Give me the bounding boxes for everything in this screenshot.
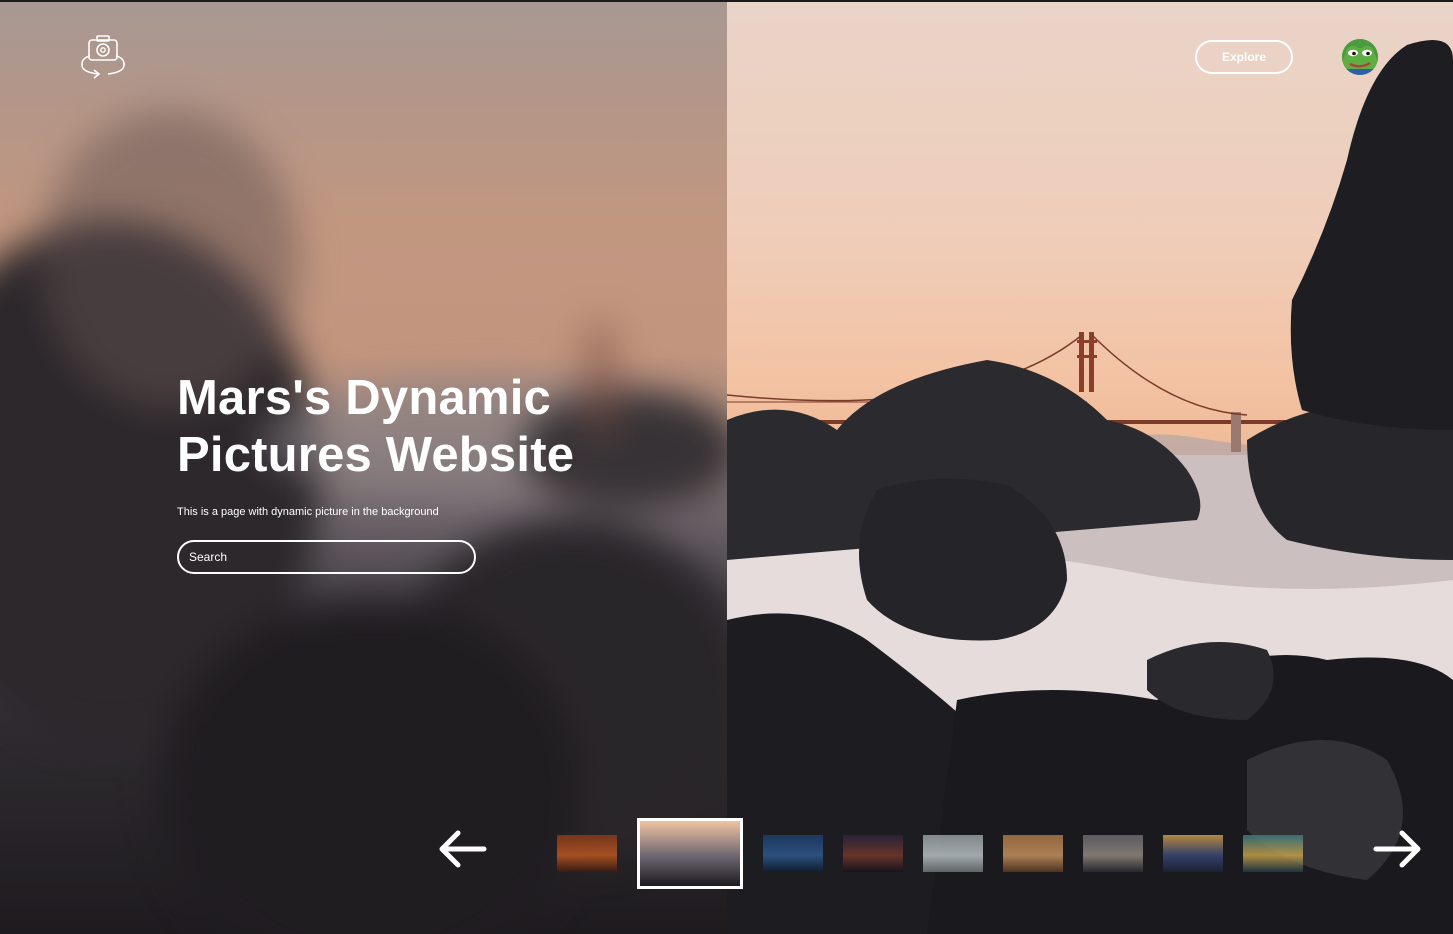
background-stage: Explore Mars's Dynamic Pictures Website … (0, 0, 1453, 934)
thumbnail[interactable] (1243, 835, 1303, 872)
explore-button[interactable]: Explore (1195, 40, 1293, 74)
camera-rotate-icon[interactable] (78, 34, 128, 80)
hero-section: Mars's Dynamic Pictures Website This is … (177, 370, 677, 574)
arrow-right-icon[interactable] (1372, 828, 1424, 870)
thumbnail[interactable] (763, 835, 823, 872)
page-title: Mars's Dynamic Pictures Website (177, 370, 677, 484)
page-title-line-1: Mars's Dynamic (177, 371, 551, 425)
page-subtitle: This is a page with dynamic picture in t… (177, 506, 439, 518)
background-photo (727, 0, 1453, 934)
thumbnail[interactable] (923, 835, 983, 872)
window-top-border (0, 0, 1453, 2)
thumbnail[interactable] (843, 835, 903, 872)
thumbnail[interactable] (1083, 835, 1143, 872)
thumbnail[interactable] (1003, 835, 1063, 872)
page-title-line-2: Pictures Website (177, 428, 575, 482)
search-input[interactable] (177, 540, 476, 574)
arrow-left-icon[interactable] (436, 828, 488, 870)
thumbnail[interactable] (557, 835, 617, 872)
thumbnail[interactable] (1163, 835, 1223, 872)
thumbnail-active[interactable] (637, 818, 743, 889)
frog-avatar-icon[interactable] (1342, 39, 1378, 75)
